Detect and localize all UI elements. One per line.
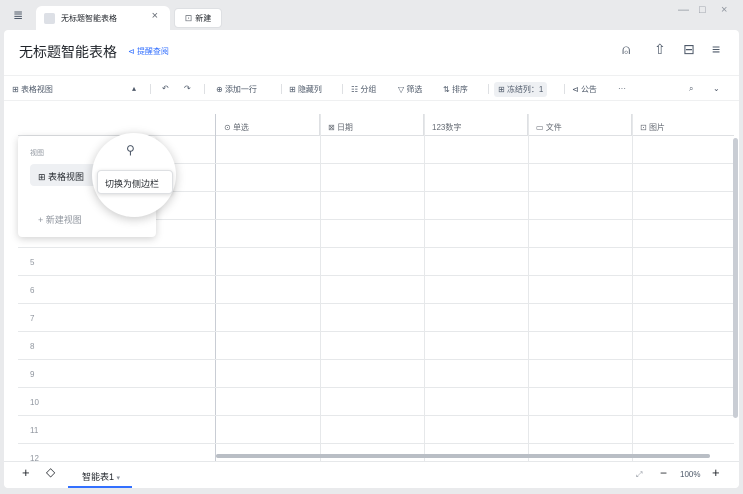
zoom-level: 100% (680, 470, 701, 479)
columns-icon: ⊞ (289, 85, 298, 94)
bell-icon: ⊲ (128, 47, 137, 56)
tab-list-icon[interactable]: ≣ (13, 8, 23, 22)
horizontal-scrollbar[interactable] (216, 454, 710, 458)
table-icon: ⊞ (12, 85, 21, 94)
sort-icon: ⇅ (443, 85, 452, 94)
document-icon (44, 12, 55, 24)
divider (342, 84, 343, 94)
column-header-number[interactable]: 123数字 (424, 114, 528, 136)
tab-bar: ≣ 无标题智能表格 × ⊡ 新建 — □ × (0, 0, 743, 30)
plus-icon: + (38, 215, 46, 225)
tooltip: 切换为侧边栏 (97, 170, 173, 194)
table-row[interactable]: 7 (18, 304, 734, 332)
minimize-icon[interactable]: — (678, 4, 689, 16)
tab-new[interactable]: ⊡ 新建 (174, 8, 222, 28)
view-section-label: 视图 (30, 150, 44, 157)
row-number: 11 (30, 426, 39, 435)
sheet-footer: + ◇ 智能表1 ▾ ⤢ − 100% + (4, 461, 739, 488)
group-icon: ☷ (351, 85, 361, 94)
fullscreen-icon[interactable]: ⤢ (636, 470, 642, 480)
hide-columns-button[interactable]: ⊞ 隐藏列 (289, 84, 322, 95)
sheet-tab[interactable]: 智能表1 ▾ (68, 463, 133, 488)
share-icon[interactable]: ⇧ (654, 41, 666, 58)
freeze-columns-button[interactable]: ⊞ 冻结列：1 (494, 82, 548, 97)
column-header-single-select[interactable]: ⊙ 单选 (216, 114, 320, 136)
new-tab-icon: ⊡ (184, 12, 193, 23)
row-number: 7 (30, 314, 35, 323)
table-row[interactable]: 5 (18, 248, 734, 276)
number-icon: 123 (432, 123, 446, 132)
tab-document[interactable]: 无标题智能表格 × (36, 6, 170, 30)
group-button[interactable]: ☷ 分组 (351, 84, 376, 95)
plus-circle-icon: ⊕ (216, 85, 225, 94)
table-icon: ⊞ (38, 172, 49, 182)
caret-up-icon[interactable]: ▴ (132, 84, 136, 93)
row-number: 10 (30, 398, 39, 407)
doc-header: 无标题智能表格 ⊲ 提醒查阅 ⍝ ⇧ ⊟ ≡ (4, 30, 739, 70)
vertical-scrollbar[interactable] (733, 138, 738, 418)
folder-icon: ▭ (536, 123, 546, 132)
table-row[interactable]: 11 (18, 416, 734, 444)
image-icon: ⊡ (640, 123, 649, 132)
add-row-button[interactable]: ⊕ 添加一行 (216, 84, 257, 95)
new-view-button[interactable]: + 新建视图 (38, 213, 82, 226)
freeze-icon: ⊞ (498, 85, 507, 94)
close-window-icon[interactable]: × (721, 4, 727, 16)
zoom-out-icon[interactable]: − (660, 466, 667, 480)
megaphone-icon: ⊲ (572, 85, 581, 94)
column-header-image[interactable]: ⊡ 图片 (632, 114, 734, 136)
close-tab-icon[interactable]: × (152, 10, 158, 22)
search-icon[interactable]: ⌕ (689, 84, 693, 94)
table-row[interactable]: 9 (18, 360, 734, 388)
divider (281, 84, 282, 94)
more-button[interactable]: ··· (618, 84, 626, 93)
column-header-date[interactable]: ⊠ 日期 (320, 114, 424, 136)
row-number: 9 (30, 370, 35, 379)
zoom-in-icon[interactable]: + (712, 465, 720, 480)
divider (564, 84, 565, 94)
column-header-file[interactable]: ▭ 文件 (528, 114, 632, 136)
view-select[interactable]: ⊞ 表格视图 (12, 84, 53, 95)
tab-label: 无标题智能表格 (61, 13, 117, 23)
add-sheet-icon[interactable]: + (22, 465, 30, 480)
pin-icon[interactable]: ⚲ (126, 143, 135, 157)
toolbar: ⊞ 表格视图 ▴ ↶ ↷ ⊕ 添加一行 ⊞ 隐藏列 ☷ 分组 ▽ 筛选 ⇅ 排序… (4, 75, 739, 101)
row-number: 6 (30, 286, 35, 295)
sort-button[interactable]: ⇅ 排序 (443, 84, 468, 95)
table-row[interactable]: 10 (18, 388, 734, 416)
app-window: 无标题智能表格 ⊲ 提醒查阅 ⍝ ⇧ ⊟ ≡ ⊞ 表格视图 ▴ ↶ ↷ ⊕ 添加… (4, 30, 739, 488)
menu-icon[interactable]: ≡ (712, 41, 720, 57)
filter-button[interactable]: ▽ 筛选 (398, 84, 422, 95)
table-row[interactable]: 12 (18, 444, 734, 462)
maximize-icon[interactable]: □ (699, 4, 706, 16)
row-number: 8 (30, 342, 35, 351)
divider (488, 84, 489, 94)
column-header-index (18, 114, 216, 136)
undo-icon[interactable]: ↶ (162, 84, 169, 93)
tab-label: 新建 (195, 13, 212, 23)
divider (150, 84, 151, 94)
announce-button[interactable]: ⊲ 公告 (572, 84, 597, 95)
table-row[interactable]: 8 (18, 332, 734, 360)
divider (204, 84, 205, 94)
remind-button[interactable]: ⊲ 提醒查阅 (128, 46, 169, 57)
add-user-icon[interactable]: ⍝ (622, 41, 630, 58)
row-number: 5 (30, 258, 35, 267)
calendar-icon: ⊠ (328, 123, 337, 132)
comment-icon[interactable]: ⊟ (683, 41, 695, 58)
layers-icon[interactable]: ◇ (46, 465, 55, 479)
redo-icon[interactable]: ↷ (184, 84, 191, 93)
table-row[interactable]: 6 (18, 276, 734, 304)
single-select-icon: ⊙ (224, 123, 233, 132)
page-title[interactable]: 无标题智能表格 (19, 42, 117, 62)
caret-down-icon[interactable]: ▾ (117, 475, 121, 482)
chevron-down-icon[interactable]: ⌄ (713, 84, 720, 93)
